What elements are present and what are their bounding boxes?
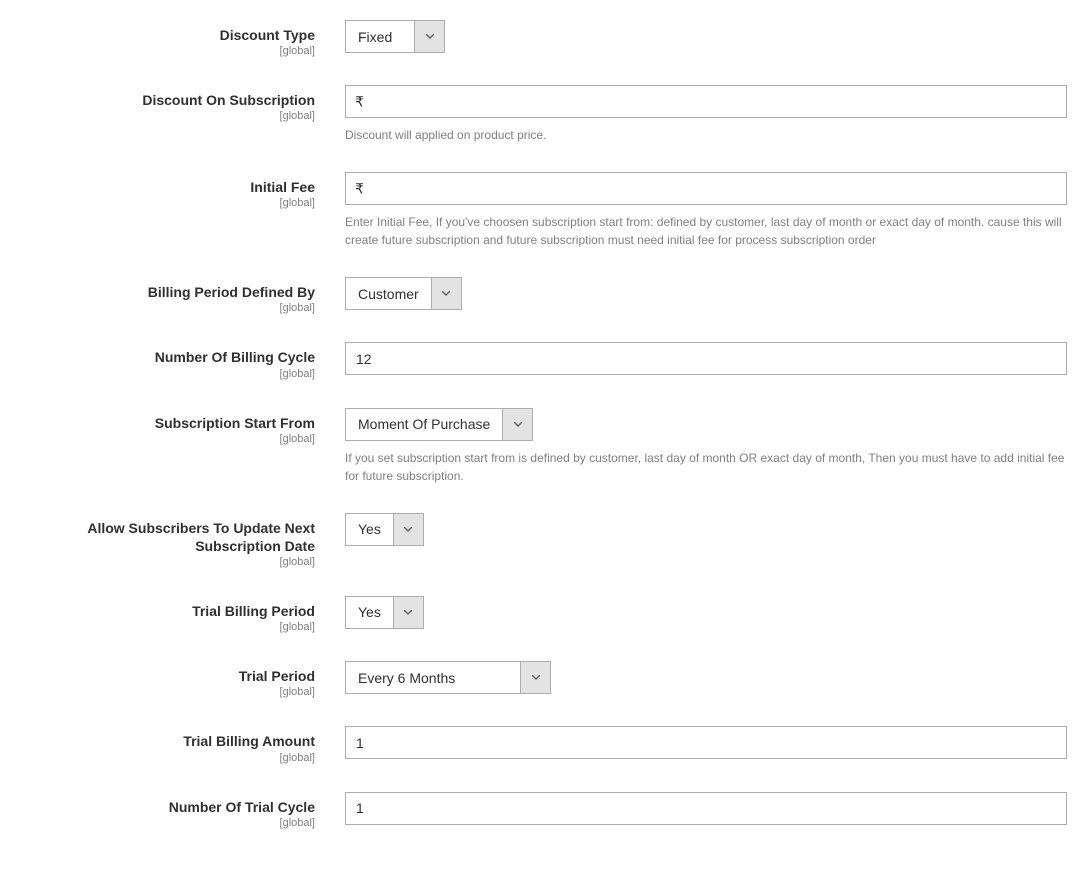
subscription-start-from-select[interactable]: Moment Of Purchase — [345, 408, 533, 441]
scope-label: [global] — [10, 556, 315, 568]
discount-type-label: Discount Type — [10, 26, 315, 44]
select-value: Customer — [346, 278, 431, 309]
label-col: Trial Billing Amount [global] — [10, 726, 345, 763]
field-allow-update-next-date: Allow Subscribers To Update Next Subscri… — [10, 513, 1077, 568]
chevron-down-icon — [431, 278, 461, 309]
label-col: Discount Type [global] — [10, 20, 345, 57]
control-col: Yes — [345, 596, 1077, 633]
label-col: Billing Period Defined By [global] — [10, 277, 345, 314]
field-number-of-trial-cycle: Number Of Trial Cycle [global] — [10, 792, 1077, 829]
field-trial-billing-period: Trial Billing Period [global] Yes — [10, 596, 1077, 633]
trial-period-label: Trial Period — [10, 667, 315, 685]
control-col: Fixed — [345, 20, 1077, 57]
select-value: Yes — [346, 597, 393, 628]
field-trial-period: Trial Period [global] Every 6 Months — [10, 661, 1077, 698]
field-number-of-billing-cycle: Number Of Billing Cycle [global] — [10, 342, 1077, 379]
subscription-start-from-help: If you set subscription start from is de… — [345, 449, 1067, 485]
initial-fee-label: Initial Fee — [10, 178, 315, 196]
field-discount-on-subscription: Discount On Subscription [global] ₹ Disc… — [10, 85, 1077, 144]
field-billing-period-defined-by: Billing Period Defined By [global] Custo… — [10, 277, 1077, 314]
control-col: Yes — [345, 513, 1077, 568]
chevron-down-icon — [520, 662, 550, 693]
control-col: ₹ Discount will applied on product price… — [345, 85, 1077, 144]
scope-label: [global] — [10, 197, 315, 209]
control-col — [345, 792, 1077, 829]
number-of-billing-cycle-label: Number Of Billing Cycle — [10, 348, 315, 366]
discount-type-select[interactable]: Fixed — [345, 20, 445, 53]
billing-period-defined-by-select[interactable]: Customer — [345, 277, 462, 310]
field-subscription-start-from: Subscription Start From [global] Moment … — [10, 408, 1077, 485]
trial-billing-period-select[interactable]: Yes — [345, 596, 424, 629]
trial-billing-amount-input[interactable] — [345, 726, 1067, 759]
discount-on-subscription-wrap: ₹ — [345, 85, 1067, 118]
label-col: Number Of Billing Cycle [global] — [10, 342, 345, 379]
number-of-trial-cycle-input[interactable] — [345, 792, 1067, 825]
select-value: Yes — [346, 514, 393, 545]
control-col — [345, 342, 1077, 379]
currency-icon: ₹ — [355, 180, 364, 197]
scope-label: [global] — [10, 752, 315, 764]
initial-fee-input[interactable] — [345, 172, 1067, 205]
discount-on-subscription-help: Discount will applied on product price. — [345, 126, 1067, 144]
discount-on-subscription-input[interactable] — [345, 85, 1067, 118]
label-col: Discount On Subscription [global] — [10, 85, 345, 144]
control-col: ₹ Enter Initial Fee, If you've choosen s… — [345, 172, 1077, 249]
field-discount-type: Discount Type [global] Fixed — [10, 20, 1077, 57]
scope-label: [global] — [10, 302, 315, 314]
scope-label: [global] — [10, 686, 315, 698]
scope-label: [global] — [10, 110, 315, 122]
scope-label: [global] — [10, 621, 315, 633]
initial-fee-wrap: ₹ — [345, 172, 1067, 205]
select-value: Every 6 Months — [346, 662, 520, 693]
subscription-start-from-label: Subscription Start From — [10, 414, 315, 432]
select-value: Fixed — [346, 21, 414, 52]
chevron-down-icon — [414, 21, 444, 52]
label-col: Subscription Start From [global] — [10, 408, 345, 485]
chevron-down-icon — [502, 409, 532, 440]
scope-label: [global] — [10, 817, 315, 829]
scope-label: [global] — [10, 368, 315, 380]
discount-on-subscription-label: Discount On Subscription — [10, 91, 315, 109]
field-initial-fee: Initial Fee [global] ₹ Enter Initial Fee… — [10, 172, 1077, 249]
scope-label: [global] — [10, 45, 315, 57]
control-col — [345, 726, 1077, 763]
trial-billing-amount-label: Trial Billing Amount — [10, 732, 315, 750]
field-trial-billing-amount: Trial Billing Amount [global] — [10, 726, 1077, 763]
currency-icon: ₹ — [355, 93, 364, 110]
label-col: Number Of Trial Cycle [global] — [10, 792, 345, 829]
select-value: Moment Of Purchase — [346, 409, 502, 440]
control-col: Customer — [345, 277, 1077, 314]
label-col: Initial Fee [global] — [10, 172, 345, 249]
number-of-trial-cycle-label: Number Of Trial Cycle — [10, 798, 315, 816]
scope-label: [global] — [10, 433, 315, 445]
chevron-down-icon — [393, 597, 423, 628]
label-col: Trial Period [global] — [10, 661, 345, 698]
allow-update-next-date-label: Allow Subscribers To Update Next Subscri… — [10, 519, 315, 555]
allow-update-next-date-select[interactable]: Yes — [345, 513, 424, 546]
trial-billing-period-label: Trial Billing Period — [10, 602, 315, 620]
billing-period-defined-by-label: Billing Period Defined By — [10, 283, 315, 301]
label-col: Trial Billing Period [global] — [10, 596, 345, 633]
control-col: Every 6 Months — [345, 661, 1077, 698]
chevron-down-icon — [393, 514, 423, 545]
label-col: Allow Subscribers To Update Next Subscri… — [10, 513, 345, 568]
initial-fee-help: Enter Initial Fee, If you've choosen sub… — [345, 213, 1067, 249]
trial-period-select[interactable]: Every 6 Months — [345, 661, 551, 694]
number-of-billing-cycle-input[interactable] — [345, 342, 1067, 375]
control-col: Moment Of Purchase If you set subscripti… — [345, 408, 1077, 485]
